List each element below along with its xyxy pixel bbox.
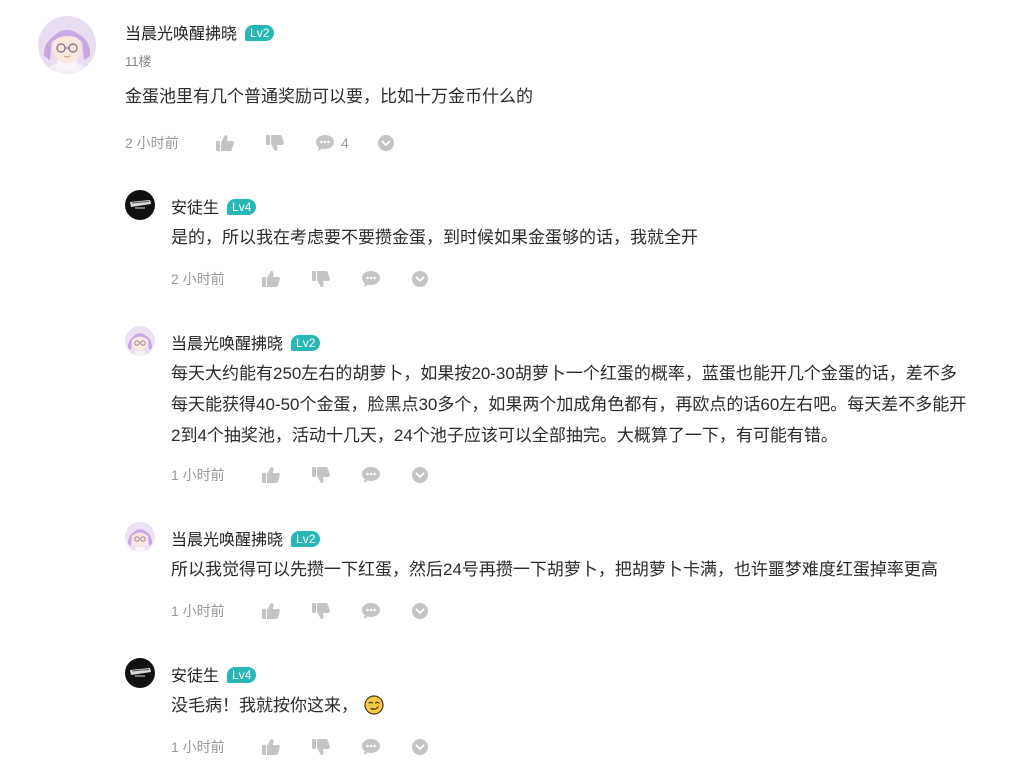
username[interactable]: 安徒生 — [171, 200, 219, 217]
reply-text: 每天大约能有250左右的胡萝卜，如果按20-30胡萝卜一个红蛋的概率，蓝蛋也能开… — [171, 358, 966, 451]
comment-header: 当晨光唤醒拂晓 Lv2 — [171, 526, 321, 549]
comment-header: 当晨光唤醒拂晓 Lv2 — [171, 330, 321, 353]
thumbs-down-icon — [312, 467, 330, 483]
reply-text: 所以我觉得可以先攒一下红蛋，然后24号再攒一下胡萝卜，把胡萝卜卡满，也许噩梦难度… — [171, 554, 938, 585]
more-options-button[interactable] — [411, 738, 429, 756]
avatar[interactable] — [125, 190, 155, 220]
comment-header: 安徒生 Lv4 — [171, 662, 257, 685]
reply-actions: 1 小时前 — [171, 737, 429, 757]
comment-bubble-icon — [316, 135, 334, 151]
reply-button[interactable] — [361, 270, 381, 288]
level-badge: Lv2 — [245, 25, 275, 41]
username[interactable]: 当晨光唤醒拂晓 — [125, 26, 237, 43]
reply-line: 2到4个抽奖池，活动十几天，24个池子应该可以全部抽完。大概算了一下，有可能有错… — [171, 426, 838, 445]
chevron-down-circle-icon — [377, 135, 394, 151]
comment-bubble-icon — [362, 739, 380, 755]
thumbs-down-icon — [312, 603, 330, 619]
level-badge: Lv2 — [291, 335, 321, 351]
timestamp: 2 小时前 — [171, 271, 225, 287]
more-options-button[interactable] — [411, 466, 429, 484]
avatar[interactable] — [125, 658, 155, 688]
comment-bubble-icon — [362, 271, 380, 287]
like-button[interactable] — [215, 134, 235, 152]
dislike-button[interactable] — [311, 602, 331, 620]
dislike-button[interactable] — [311, 466, 331, 484]
thumbs-down-icon — [312, 271, 330, 287]
reply-button[interactable] — [361, 602, 381, 620]
dislike-button[interactable] — [265, 134, 285, 152]
reply-actions: 1 小时前 — [171, 601, 429, 621]
smirk-emoji-icon — [364, 694, 384, 725]
thumbs-up-icon — [262, 603, 280, 619]
comment-actions: 2 小时前 4 — [125, 133, 395, 153]
thumbs-up-icon — [216, 135, 234, 151]
comment-text: 金蛋池里有几个普通奖励可以要，比如十万金币什么的 — [125, 87, 533, 106]
comment-bubble-icon — [362, 467, 380, 483]
like-button[interactable] — [261, 602, 281, 620]
level-badge: Lv2 — [291, 531, 321, 547]
level-badge: Lv4 — [227, 667, 257, 683]
reply-line: 没毛病！我就按你这来， — [171, 696, 358, 715]
like-button[interactable] — [261, 738, 281, 756]
floor-number: 11楼 — [125, 54, 152, 69]
comment-header: 安徒生 Lv4 — [171, 194, 257, 217]
reply-text: 没毛病！我就按你这来， — [171, 690, 384, 725]
reply-button[interactable]: 4 — [315, 134, 349, 152]
chevron-down-circle-icon — [412, 603, 428, 619]
more-options-button[interactable] — [377, 134, 395, 152]
chevron-down-circle-icon — [412, 271, 428, 287]
reply-line: 每天能获得40-50个金蛋，脸黑点30多个，如果两个加成角色都有，再欧点的话60… — [171, 395, 967, 414]
reply-actions: 1 小时前 — [171, 465, 429, 485]
username[interactable]: 当晨光唤醒拂晓 — [171, 532, 283, 549]
thumbs-up-icon — [262, 467, 280, 483]
thumbs-up-icon — [262, 739, 280, 755]
timestamp: 2 小时前 — [125, 135, 179, 151]
dislike-button[interactable] — [311, 270, 331, 288]
timestamp: 1 小时前 — [171, 467, 225, 483]
dislike-button[interactable] — [311, 738, 331, 756]
chevron-down-circle-icon — [412, 467, 428, 483]
comment-header: 当晨光唤醒拂晓 Lv2 — [125, 20, 275, 43]
avatar[interactable] — [38, 16, 96, 74]
reply-text: 是的，所以我在考虑要不要攒金蛋，到时候如果金蛋够的话，我就全开 — [171, 222, 698, 253]
reply-button[interactable] — [361, 738, 381, 756]
timestamp: 1 小时前 — [171, 739, 225, 755]
username[interactable]: 安徒生 — [171, 668, 219, 685]
reply-count: 4 — [341, 135, 349, 151]
avatar[interactable] — [125, 326, 155, 356]
chevron-down-circle-icon — [412, 739, 428, 755]
username[interactable]: 当晨光唤醒拂晓 — [171, 336, 283, 353]
reply-button[interactable] — [361, 466, 381, 484]
reply-line: 所以我觉得可以先攒一下红蛋，然后24号再攒一下胡萝卜，把胡萝卜卡满，也许噩梦难度… — [171, 560, 938, 579]
more-options-button[interactable] — [411, 602, 429, 620]
reply-line: 是的，所以我在考虑要不要攒金蛋，到时候如果金蛋够的话，我就全开 — [171, 228, 698, 247]
thumbs-down-icon — [266, 135, 284, 151]
comment-bubble-icon — [362, 603, 380, 619]
avatar[interactable] — [125, 522, 155, 552]
level-badge: Lv4 — [227, 199, 257, 215]
reply-line: 每天大约能有250左右的胡萝卜，如果按20-30胡萝卜一个红蛋的概率，蓝蛋也能开… — [171, 364, 957, 383]
timestamp: 1 小时前 — [171, 603, 225, 619]
like-button[interactable] — [261, 466, 281, 484]
thumbs-up-icon — [262, 271, 280, 287]
reply-actions: 2 小时前 — [171, 269, 429, 289]
more-options-button[interactable] — [411, 270, 429, 288]
like-button[interactable] — [261, 270, 281, 288]
thumbs-down-icon — [312, 739, 330, 755]
